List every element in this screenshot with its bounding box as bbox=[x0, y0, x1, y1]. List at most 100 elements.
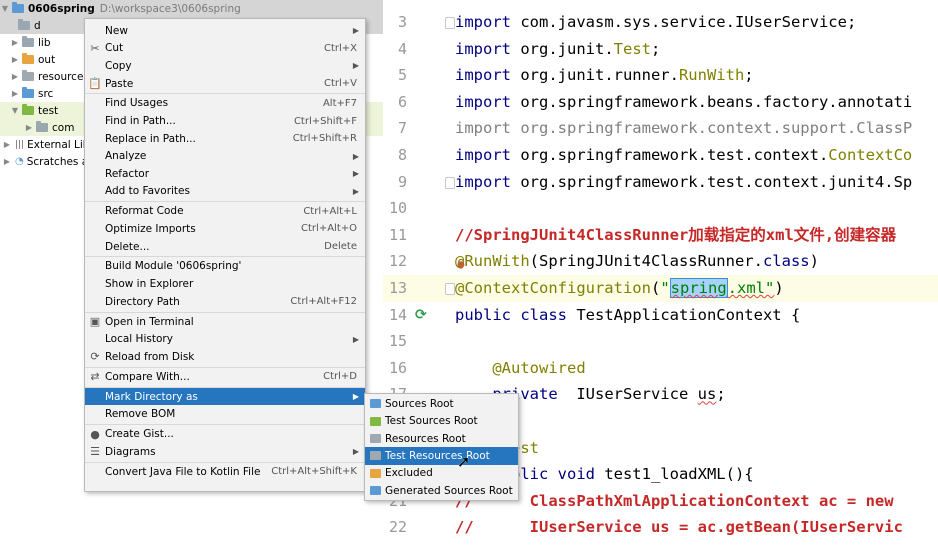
submenu-item-resources-root[interactable]: Resources Root bbox=[365, 430, 518, 448]
code-line[interactable]: 14 ⟳ public class TestApplicationContext { bbox=[383, 302, 938, 329]
submenu-item-test-resources-root[interactable]: Test Resources Root bbox=[365, 447, 518, 465]
code-line[interactable]: 10 bbox=[383, 195, 938, 222]
menu-item-label: Add to Favorites bbox=[105, 185, 190, 198]
test-folder-icon bbox=[22, 104, 34, 115]
expand-arrow-icon[interactable]: ▼ bbox=[10, 106, 20, 115]
code-text: @RunWith(SpringJUnit4ClassRunner.class) bbox=[455, 252, 819, 271]
code-line[interactable]: 16 @Autowired bbox=[383, 355, 938, 382]
code-line[interactable]: 12 ● @RunWith(SpringJUnit4ClassRunner.clas… bbox=[383, 248, 938, 275]
submenu-item-generated-sources-root[interactable]: Generated Sources Root bbox=[365, 482, 518, 500]
menu-item-directory-path[interactable]: Directory Path Ctrl+Alt+F12 bbox=[85, 293, 365, 311]
submenu-item-label: Resources Root bbox=[385, 432, 466, 445]
collapse-arrow-icon[interactable]: ▶ bbox=[2, 140, 12, 149]
code-line[interactable]: 3 import com.javasm.sys.service.IUserServ… bbox=[383, 9, 938, 36]
menu-item-mark-directory-as[interactable]: Mark Directory as ▶ bbox=[85, 387, 365, 406]
submenu-item-label: Test Sources Root bbox=[385, 415, 478, 428]
menu-item-open-in-terminal[interactable]: ▣ Open in Terminal bbox=[85, 313, 365, 331]
menu-item-paste[interactable]: 📋 Paste Ctrl+V bbox=[85, 75, 365, 93]
code-line[interactable]: 15 bbox=[383, 328, 938, 355]
code-line[interactable]: 6 import org.springframework.beans.factor… bbox=[383, 89, 938, 116]
menu-item-convert-java-file-to-kotlin-file[interactable]: Convert Java File to Kotlin File Ctrl+Alt… bbox=[85, 463, 365, 481]
code-text: // IUserService us = ac.getBean(IUserSer… bbox=[455, 518, 903, 537]
menu-item-refactor[interactable]: Refactor ▶ bbox=[85, 165, 365, 183]
menu-item-find-in-path[interactable]: Find in Path... Ctrl+Shift+F bbox=[85, 112, 365, 130]
fold-marker-icon[interactable] bbox=[445, 283, 455, 295]
code-line[interactable]: 8 import org.springframework.test.context… bbox=[383, 142, 938, 169]
run-test-icon[interactable]: ⟳ bbox=[415, 307, 427, 323]
menu-item-shortcut: Delete bbox=[324, 241, 357, 253]
code-text: import org.springframework.beans.factory… bbox=[455, 92, 913, 111]
line-number: 9 bbox=[397, 172, 407, 191]
menu-item-analyze[interactable]: Analyze ▶ bbox=[85, 148, 365, 166]
menu-item-delete[interactable]: Delete... Delete bbox=[85, 238, 365, 256]
tree-item-label: lib bbox=[38, 36, 51, 49]
collapse-arrow-icon[interactable]: ▶ bbox=[24, 123, 34, 132]
code-text: //SpringJUnit4ClassRunner加载指定的xml文件,创建容器 bbox=[455, 225, 897, 244]
menu-item-new[interactable]: New ▶ bbox=[85, 22, 365, 40]
menu-item-optimize-imports[interactable]: Optimize Imports Ctrl+Alt+O bbox=[85, 220, 365, 238]
menu-item-find-usages[interactable]: Find Usages Alt+F7 bbox=[85, 95, 365, 113]
folder-icon bbox=[22, 36, 34, 47]
code-line[interactable]: 11 //SpringJUnit4ClassRunner加载指定的xml文件,创建… bbox=[383, 222, 938, 249]
code-line[interactable]: 22 // IUserService us = ac.getBean(IUserS… bbox=[383, 514, 938, 541]
menu-item-label: Find in Path... bbox=[105, 115, 176, 128]
mouse-cursor-icon: ➚ bbox=[457, 452, 471, 471]
menu-item-show-in-explorer[interactable]: Show in Explorer bbox=[85, 275, 365, 293]
menu-item-diagrams[interactable]: ☰ Diagrams ▶ bbox=[85, 443, 365, 461]
menu-item-label: Build Module '0606spring' bbox=[105, 260, 242, 273]
code-line[interactable]: 5 import org.junit.runner.RunWith; bbox=[383, 62, 938, 89]
code-text: public class TestApplicationContext { bbox=[455, 305, 801, 324]
menu-item-reformat-code[interactable]: Reformat Code Ctrl+Alt+L bbox=[85, 203, 365, 221]
code-line[interactable]: 7 import org.springframework.context.supp… bbox=[383, 115, 938, 142]
submenu-item-sources-root[interactable]: Sources Root bbox=[365, 395, 518, 413]
menu-item-label: Directory Path bbox=[105, 295, 180, 308]
root-folder-icon bbox=[370, 451, 381, 461]
menu-item-label: Open in Terminal bbox=[105, 315, 194, 328]
menu-item-create-gist[interactable]: ● Create Gist... bbox=[85, 425, 365, 443]
menu-item-label: Diagrams bbox=[105, 445, 156, 458]
menu-item-reload-from-disk[interactable]: ⟳ Reload from Disk bbox=[85, 348, 365, 366]
menu-item-label: Find Usages bbox=[105, 97, 169, 110]
expand-arrow-icon[interactable]: ▼ bbox=[0, 4, 10, 13]
code-text: @ContextConfiguration("spring.xml") bbox=[455, 278, 784, 298]
root-folder-icon bbox=[370, 434, 381, 444]
menu-item-label: Mark Directory as bbox=[105, 390, 198, 403]
menu-item-remove-bom[interactable]: Remove BOM bbox=[85, 405, 365, 423]
resources-folder-icon bbox=[22, 70, 34, 81]
line-number: 13 bbox=[388, 279, 407, 297]
submenu-item-excluded[interactable]: Excluded bbox=[365, 465, 518, 483]
code-line[interactable]: 13 @ContextConfiguration("spring.xml") bbox=[383, 275, 938, 302]
module-icon bbox=[12, 2, 24, 13]
collapse-arrow-icon[interactable]: ▶ bbox=[10, 55, 20, 64]
line-number: 6 bbox=[397, 92, 407, 111]
project-path: D:\workspace3\0606spring bbox=[99, 2, 241, 15]
fold-marker-icon[interactable] bbox=[445, 176, 455, 189]
line-number: 7 bbox=[397, 119, 407, 138]
menu-item-replace-in-path[interactable]: Replace in Path... Ctrl+Shift+R bbox=[85, 130, 365, 148]
menu-item-build-module-0606spring[interactable]: Build Module '0606spring' bbox=[85, 258, 365, 276]
code-line[interactable]: 4 import org.junit.Test; bbox=[383, 36, 938, 63]
excluded-folder-icon bbox=[22, 53, 34, 64]
tree-item-label: Scratches ar bbox=[26, 155, 93, 168]
collapse-arrow-icon[interactable]: ▶ bbox=[10, 38, 20, 47]
code-line[interactable]: 9 import org.springframework.test.context… bbox=[383, 169, 938, 196]
collapse-arrow-icon[interactable]: ▶ bbox=[10, 89, 20, 98]
collapse-arrow-icon[interactable]: ▶ bbox=[2, 157, 12, 166]
submenu-item-test-sources-root[interactable]: Test Sources Root bbox=[365, 412, 518, 430]
menu-item-local-history[interactable]: Local History ▶ bbox=[85, 330, 365, 348]
menu-item-shortcut: Ctrl+Alt+F12 bbox=[290, 296, 357, 308]
line-number: 11 bbox=[388, 225, 407, 244]
fold-marker-icon[interactable] bbox=[445, 17, 455, 29]
menu-item-label: Cut bbox=[105, 42, 124, 55]
menu-item-compare-with[interactable]: ⇄ Compare With... Ctrl+D bbox=[85, 368, 365, 386]
diagram-icon: ☰ bbox=[90, 445, 100, 459]
menu-item-add-to-favorites[interactable]: Add to Favorites ▶ bbox=[85, 183, 365, 201]
collapse-arrow-icon[interactable]: ▶ bbox=[10, 72, 20, 81]
menu-item-copy[interactable]: Copy ▶ bbox=[85, 57, 365, 75]
menu-item-cut[interactable]: ✂ Cut Ctrl+X bbox=[85, 40, 365, 58]
submenu-arrow-icon: ▶ bbox=[352, 151, 359, 161]
tree-root[interactable]: ▼ 0606spring D:\workspace3\0606spring bbox=[0, 0, 383, 17]
code-text: // ClassPathXmlApplicationContext ac = n… bbox=[455, 491, 894, 510]
reload-icon: ⟳ bbox=[90, 350, 100, 364]
code-text: import org.junit.runner.RunWith; bbox=[455, 66, 754, 85]
